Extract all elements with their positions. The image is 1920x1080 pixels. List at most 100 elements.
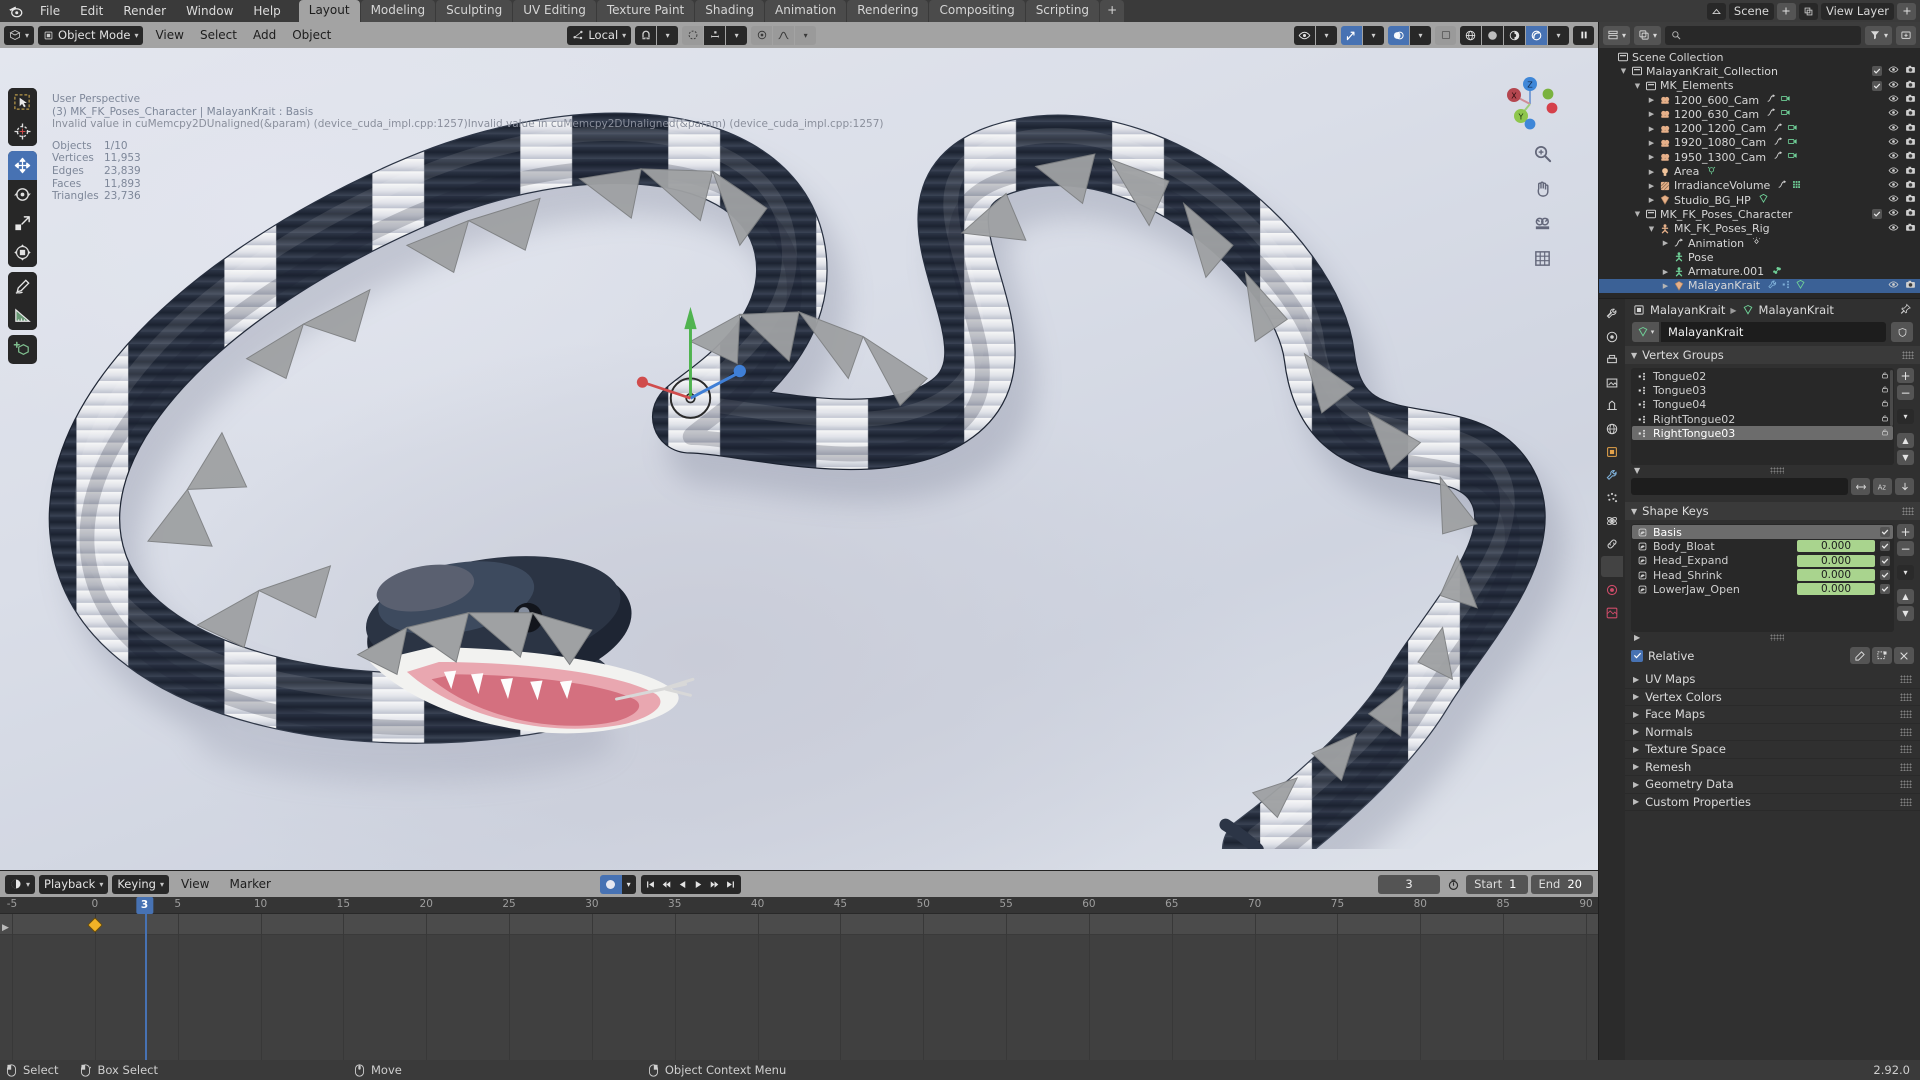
vertex-groups-scrollbar[interactable] xyxy=(1890,370,1893,426)
vertex-group-row[interactable]: Tongue02 xyxy=(1632,369,1893,383)
outliner-search-input[interactable] xyxy=(1665,25,1861,45)
outliner-display-mode-button[interactable]: ▾ xyxy=(1634,25,1662,45)
current-frame-indicator[interactable]: 3 xyxy=(135,897,154,914)
outliner-new-collection-icon[interactable] xyxy=(1896,25,1916,45)
disclosure-right-icon[interactable]: ▶ xyxy=(1646,168,1657,176)
wireframe-shading-icon[interactable] xyxy=(1460,25,1481,45)
pin-icon[interactable] xyxy=(1900,303,1912,318)
anim-curve-icon[interactable] xyxy=(1766,93,1777,107)
use-preview-range-icon[interactable] xyxy=(1443,875,1463,894)
properties-tab-output[interactable] xyxy=(1601,349,1623,370)
hide-in-viewport-icon[interactable] xyxy=(1888,136,1899,150)
mirror-vertex-group-icon[interactable] xyxy=(1851,478,1870,495)
visibility-chevron-icon[interactable]: ▾ xyxy=(1316,25,1337,45)
timeline-ruler[interactable]: -5 0 5 10 15 20 25 30 35 40 45 50 55 60 65 70 75 80 85 90 3 xyxy=(0,897,1598,914)
blender-logo-icon[interactable] xyxy=(0,0,30,22)
next-keyframe-icon[interactable] xyxy=(707,875,723,894)
workspace-tab-compositing[interactable]: Compositing xyxy=(929,0,1025,22)
play-icon[interactable] xyxy=(691,875,707,894)
outliner-editor-type-button[interactable]: ▾ xyxy=(1603,25,1631,45)
disclosure-right-icon[interactable]: ▶ xyxy=(1660,268,1671,276)
properties-tab-scene[interactable] xyxy=(1601,395,1623,416)
disclosure-right-icon[interactable]: ▶ xyxy=(1646,139,1657,147)
lock-icon[interactable] xyxy=(1880,427,1890,440)
irradiance-grid-icon[interactable] xyxy=(1791,179,1802,193)
disclosure-right-icon[interactable]: ▶ xyxy=(1660,282,1671,290)
hide-in-viewport-icon[interactable] xyxy=(1888,207,1899,221)
properties-tab-particles[interactable] xyxy=(1601,487,1623,508)
keyframe-icon[interactable] xyxy=(1751,236,1762,250)
view-layer-selector[interactable]: View Layer xyxy=(1820,2,1894,20)
hide-in-viewport-icon[interactable] xyxy=(1888,93,1899,107)
auto-keying-icon[interactable] xyxy=(599,874,622,894)
zoom-icon[interactable] xyxy=(1533,144,1552,166)
outliner-row[interactable]: Pose xyxy=(1599,250,1920,264)
cursor-arrow-icon[interactable] xyxy=(8,88,37,117)
hide-in-viewport-icon[interactable] xyxy=(1888,279,1899,293)
bone-icon[interactable] xyxy=(1771,265,1782,279)
scale-icon[interactable] xyxy=(8,209,37,238)
hide-in-viewport-icon[interactable] xyxy=(1888,64,1899,78)
disable-in-render-icon[interactable] xyxy=(1905,64,1916,78)
light-data-icon[interactable] xyxy=(1706,165,1717,179)
hide-in-viewport-icon[interactable] xyxy=(1888,179,1899,193)
mesh-data-browse-button[interactable]: ▾ xyxy=(1632,322,1659,342)
ruler-icon[interactable] xyxy=(8,301,37,330)
timeline-view-menu[interactable]: View xyxy=(173,871,217,897)
overlay-chevron-icon[interactable]: ▾ xyxy=(1410,25,1431,45)
outliner-row[interactable]: Scene Collection xyxy=(1599,50,1920,64)
mesh-data-icon[interactable] xyxy=(1795,279,1806,293)
hide-in-viewport-icon[interactable] xyxy=(1888,165,1899,179)
outliner-tree[interactable]: Scene Collection ▼ MalayanKrait_Collection… xyxy=(1599,48,1920,298)
mode-selector[interactable]: Object Mode ▾ xyxy=(38,25,144,45)
outliner-row[interactable]: ▶ 1200_600_Cam xyxy=(1599,93,1920,107)
overlays-toggle-icon[interactable] xyxy=(1388,25,1409,45)
shape-keys-panel-header[interactable]: ▼ Shape Keys xyxy=(1625,502,1920,520)
new-view-layer-button[interactable] xyxy=(1897,2,1916,20)
properties-tab-material[interactable] xyxy=(1601,579,1623,600)
disable-in-render-icon[interactable] xyxy=(1905,279,1916,293)
falloff-smooth-icon[interactable] xyxy=(751,25,773,45)
shape-key-mute-checkbox[interactable] xyxy=(1880,541,1890,552)
shape-key-lock-icon[interactable] xyxy=(1872,647,1892,664)
panel-face-maps[interactable]: ▶ Face Maps xyxy=(1625,706,1920,724)
outliner-row[interactable]: ▶ 1200_630_Cam xyxy=(1599,107,1920,121)
snap-options-chevron-icon[interactable]: ▾ xyxy=(657,25,679,45)
shape-key-row[interactable]: Head_Shrink 0.000 xyxy=(1632,568,1893,582)
hide-in-viewport-icon[interactable] xyxy=(1888,107,1899,121)
sort-bone-hierarchy-icon[interactable] xyxy=(1895,478,1914,495)
current-frame-field[interactable]: 3 xyxy=(1378,874,1441,894)
keying-menu[interactable]: Keying ▾ xyxy=(112,874,169,894)
shape-key-row[interactable]: Body_Bloat 0.000 xyxy=(1632,539,1893,553)
properties-tab-data[interactable] xyxy=(1601,556,1623,577)
viewport-menu-select[interactable]: Select xyxy=(192,22,245,48)
disable-in-render-icon[interactable] xyxy=(1905,165,1916,179)
shape-key-value[interactable]: 0.000 xyxy=(1797,540,1875,553)
fake-user-shield-icon[interactable] xyxy=(1891,322,1913,342)
panel-custom-properties[interactable]: ▶ Custom Properties xyxy=(1625,794,1920,811)
shape-key-row[interactable]: LowerJaw_Open 0.000 xyxy=(1632,582,1893,596)
outliner-row[interactable]: ▶ 1920_1080_Cam xyxy=(1599,136,1920,150)
falloff-chevron-icon[interactable]: ▾ xyxy=(795,25,817,45)
disclosure-right-icon[interactable]: ▶ xyxy=(1646,182,1657,190)
disable-in-render-icon[interactable] xyxy=(1905,179,1916,193)
vertex-group-row[interactable]: Tongue03 xyxy=(1632,383,1893,397)
shape-key-specials-button[interactable]: ▾ xyxy=(1897,565,1914,580)
mesh-name-field[interactable]: MalayanKrait xyxy=(1661,322,1886,342)
properties-tab-object[interactable] xyxy=(1601,441,1623,462)
disable-in-render-icon[interactable] xyxy=(1905,222,1916,236)
transform-orientation-selector[interactable]: Local ▾ xyxy=(567,25,632,45)
outliner-row[interactable]: ▶ 1200_1200_Cam xyxy=(1599,121,1920,135)
3d-cursor-icon[interactable] xyxy=(8,117,37,146)
lock-icon[interactable] xyxy=(1880,398,1890,411)
anim-curve-icon[interactable] xyxy=(1766,107,1777,121)
vertex-groups-footer-disclosure-icon[interactable]: ▼ xyxy=(1634,466,1640,475)
top-menu-edit[interactable]: Edit xyxy=(70,0,113,22)
solid-shading-icon[interactable] xyxy=(1482,25,1503,45)
shape-keys-resize-grip[interactable] xyxy=(1770,634,1785,641)
magnet-icon[interactable] xyxy=(635,25,657,45)
disable-in-render-icon[interactable] xyxy=(1905,107,1916,121)
gizmos-toggle-icon[interactable] xyxy=(1341,25,1362,45)
outliner-row[interactable]: ▶ Animation xyxy=(1599,236,1920,250)
remove-vertex-group-button[interactable]: − xyxy=(1897,385,1914,400)
